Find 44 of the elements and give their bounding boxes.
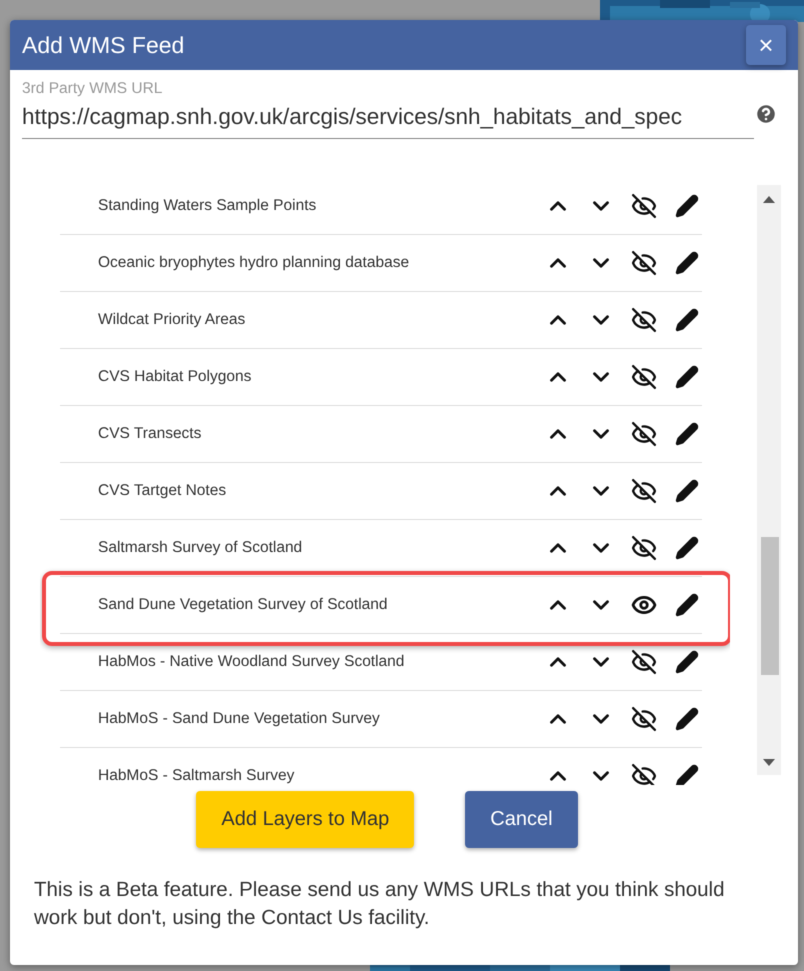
add-layers-button[interactable]: Add Layers to Map (196, 791, 414, 848)
eye-off-icon[interactable] (631, 421, 657, 447)
pencil-icon[interactable] (675, 536, 699, 560)
layer-name: Wildcat Priority Areas (97, 311, 246, 329)
layer-name: HabMos - Native Woodland Survey Scotland (97, 653, 406, 671)
eye-off-icon[interactable] (631, 706, 657, 732)
layer-name: CVS Habitat Polygons (97, 368, 252, 386)
eye-off-icon[interactable] (631, 307, 657, 333)
layer-name: Saltmarsh Survey of Scotland (97, 539, 304, 557)
pencil-icon[interactable] (675, 308, 699, 332)
eye-off-icon[interactable] (631, 478, 657, 504)
eye-off-icon[interactable] (631, 193, 657, 219)
eye-off-icon[interactable] (631, 535, 657, 561)
scroll-down-icon[interactable] (763, 759, 775, 767)
eye-off-icon[interactable] (631, 364, 657, 390)
pencil-icon[interactable] (675, 365, 699, 389)
layer-name: CVS Transects (97, 425, 202, 443)
beta-note: This is a Beta feature. Please send us any WMS URLs that you think should work but don't, using the Contact Us facility. (34, 877, 726, 931)
layer-name: CVS Tartget Notes (97, 482, 228, 500)
url-input-field[interactable]: https://cagmap.snh.gov.uk/arcgis/services/snh_habitats_and_spec (22, 98, 754, 139)
eye-off-icon[interactable] (631, 649, 657, 675)
pencil-icon[interactable] (675, 764, 699, 785)
help-icon[interactable] (754, 102, 778, 126)
layer-name: HabMoS - Sand Dune Vegetation Survey (97, 710, 381, 728)
scroll-up-icon[interactable] (763, 195, 775, 203)
cancel-button[interactable]: Cancel (465, 791, 578, 848)
eye-off-icon[interactable] (631, 763, 657, 785)
layer-name: Standing Waters Sample Points (97, 197, 318, 215)
layer-name: Oceanic bryophytes hydro planning database (97, 254, 410, 272)
scroll-thumb[interactable] (761, 537, 779, 675)
pencil-icon[interactable] (675, 479, 699, 503)
layer-name: Sand Dune Vegetation Survey of Scotland (97, 596, 389, 614)
layer-name: HabMoS - Saltmarsh Survey (97, 767, 296, 785)
eye-off-icon[interactable] (631, 250, 657, 276)
pencil-icon[interactable] (675, 422, 699, 446)
field-label: 3rd Party WMS URL (22, 80, 164, 98)
pencil-icon[interactable] (675, 650, 699, 674)
pencil-icon[interactable] (675, 593, 699, 617)
pencil-icon[interactable] (675, 194, 699, 218)
pencil-icon[interactable] (675, 251, 699, 275)
close-button[interactable]: × (746, 25, 786, 65)
pencil-icon[interactable] (675, 707, 699, 731)
scrollbar[interactable] (757, 185, 781, 775)
dialog-title: Add WMS Feed (22, 32, 184, 58)
